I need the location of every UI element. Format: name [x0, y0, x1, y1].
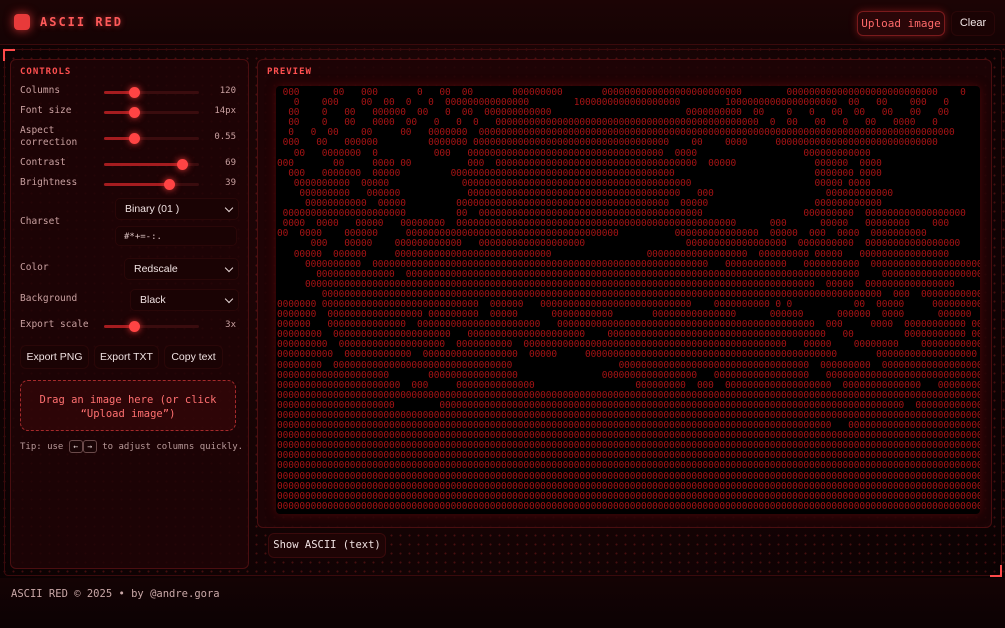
export-png-button[interactable]: Export PNG [20, 345, 89, 369]
contrast-slider-fill [104, 163, 182, 166]
font-size-value: 14px [214, 106, 236, 116]
show-ascii-text-button[interactable]: Show ASCII (text) [268, 533, 386, 558]
columns-value: 120 [219, 86, 236, 96]
ascii-art-output: 000 00 000 0 00 00 000000000 00000000000… [277, 87, 980, 512]
logo-icon [14, 14, 30, 30]
arrow-left-key-icon: ← [68, 440, 83, 453]
charset-custom-input[interactable]: #*+=-:. [115, 226, 237, 246]
aspect-correction-label: Aspect correction [20, 125, 78, 148]
tip-suffix: to adjust columns quickly. [102, 442, 244, 452]
columns-slider[interactable] [104, 87, 199, 98]
export-scale-slider[interactable] [104, 321, 199, 332]
export-txt-button[interactable]: Export TXT [94, 345, 159, 369]
keyboard-tip: Tip: use ← → to adjust columns quickly. [20, 440, 243, 453]
clear-button[interactable]: Clear [951, 11, 995, 36]
background-select[interactable]: Black [130, 289, 239, 311]
controls-title: CONTROLS [20, 67, 72, 77]
contrast-value: 69 [225, 158, 236, 168]
brightness-value: 39 [225, 178, 236, 188]
frame-corner-bottom-right [990, 565, 1002, 577]
font-size-label: Font size [20, 105, 72, 116]
contrast-label: Contrast [20, 157, 66, 168]
footer-credit: ASCII RED © 2025 • by @andre.gora [11, 588, 220, 600]
export-scale-value: 3x [225, 320, 236, 330]
ascii-preview-canvas: 000 00 000 0 00 00 000000000 00000000000… [276, 86, 980, 514]
arrow-right-key-icon: → [82, 440, 97, 453]
brightness-slider-fill [104, 183, 169, 186]
image-dropzone[interactable]: Drag an image here (or click “Upload ima… [20, 380, 236, 431]
background-selected: Black [140, 294, 166, 306]
tip-prefix: Tip: use [20, 442, 64, 452]
contrast-slider-thumb[interactable] [176, 159, 188, 170]
contrast-slider[interactable] [104, 159, 199, 170]
columns-label: Columns [20, 85, 61, 96]
font-size-slider[interactable] [104, 107, 199, 118]
upload-image-button[interactable]: Upload image [857, 11, 945, 36]
charset-selected: Binary (01 ) [125, 203, 180, 215]
brightness-slider[interactable] [104, 179, 199, 190]
brand-title: ASCII RED [40, 15, 124, 29]
brightness-label: Brightness [20, 177, 78, 188]
chevron-down-icon [224, 203, 234, 213]
copy-text-button[interactable]: Copy text [164, 345, 223, 369]
top-bar: ASCII RED Upload image Clear [0, 0, 1005, 45]
background-label: Background [20, 293, 78, 304]
aspect-correction-value: 0.55 [214, 132, 236, 142]
aspect-correction-slider[interactable] [104, 133, 199, 144]
charset-select[interactable]: Binary (01 ) [115, 198, 239, 220]
charset-label: Charset [20, 216, 61, 227]
chevron-down-icon [224, 263, 234, 273]
footer [0, 578, 1005, 628]
brightness-slider-thumb[interactable] [163, 179, 175, 190]
color-label: Color [20, 262, 49, 273]
preview-title: PREVIEW [267, 67, 312, 77]
chevron-down-icon [224, 294, 234, 304]
color-select[interactable]: Redscale [124, 258, 239, 280]
color-selected: Redscale [134, 263, 178, 275]
export-scale-label: Export scale [20, 319, 89, 330]
